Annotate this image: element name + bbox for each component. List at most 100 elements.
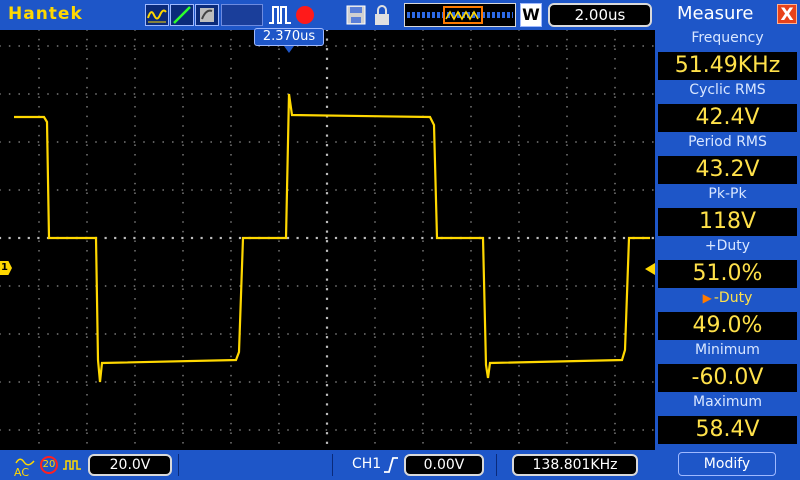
grid-dot: [566, 403, 568, 406]
grid-dot: [182, 96, 184, 98]
grid-dot: [518, 163, 520, 166]
measure-label-frequency[interactable]: Frequency: [655, 30, 800, 46]
grid-dot: [95, 93, 97, 95]
grid-dot: [56, 189, 59, 191]
grid-dot: [604, 93, 606, 95]
grid-dot: [134, 422, 136, 425]
grid-dot: [133, 93, 136, 95]
trigger-level-marker[interactable]: [645, 263, 655, 275]
grid-dot: [200, 429, 203, 431]
measure-label-period-rms[interactable]: Period RMS: [655, 134, 800, 150]
grid-dot: [325, 124, 329, 128]
dots-icon[interactable]: [195, 4, 219, 26]
measure-label-pk-pk[interactable]: Pk-Pk: [655, 186, 800, 202]
grid-dot: [278, 202, 280, 204]
grid-dot: [258, 189, 260, 191]
grid-dot: [374, 48, 376, 50]
zoom-window-button[interactable]: W: [520, 3, 542, 27]
pulse-icon[interactable]: [268, 4, 292, 26]
grid-dot: [248, 429, 251, 431]
grid-dot: [182, 211, 184, 214]
grid-dot: [422, 240, 424, 242]
probe-icon[interactable]: [62, 457, 82, 473]
grid-dot: [278, 317, 280, 319]
timebase-display[interactable]: 2.00us: [548, 3, 652, 27]
volts-per-div-display[interactable]: 20.0V: [88, 454, 172, 476]
grid-dot: [162, 45, 164, 47]
grid-dot: [364, 429, 366, 431]
grid-dot: [114, 45, 116, 47]
measure-value-plus-duty: 51.0%: [658, 260, 797, 288]
grid-dot: [374, 202, 376, 204]
timeline-icon[interactable]: [404, 3, 516, 27]
grid-dot: [325, 76, 329, 80]
grid-dot: [38, 442, 40, 444]
bandwidth-limit-icon[interactable]: 20: [40, 456, 58, 474]
grid-dot: [374, 298, 376, 300]
grid-dot: [613, 285, 616, 287]
grid-dot: [354, 93, 356, 95]
measure-label-maximum[interactable]: Maximum: [655, 394, 800, 410]
grid-dot: [8, 381, 11, 383]
grid-dot: [470, 413, 472, 415]
record-icon[interactable]: [296, 6, 314, 24]
grid-dot: [652, 429, 654, 431]
trigger-level-display[interactable]: 0.00V: [404, 454, 484, 476]
grid-dot: [344, 45, 347, 47]
grid-dot: [191, 45, 193, 47]
grid-dot: [182, 202, 184, 204]
rising-edge-icon[interactable]: [383, 456, 399, 474]
measure-label-plus-duty[interactable]: +Duty: [655, 238, 800, 254]
grid-dot: [536, 189, 539, 191]
save-icon[interactable]: [346, 4, 366, 26]
grid-dot: [614, 77, 616, 79]
grid-dot: [642, 429, 644, 431]
measure-label-minimum[interactable]: Minimum: [655, 342, 800, 358]
trigger-source-label[interactable]: CH1: [352, 456, 381, 472]
grid-dot: [182, 432, 184, 434]
persist-display-box[interactable]: [221, 4, 263, 26]
grid-dot: [518, 365, 520, 367]
grid-dot: [278, 422, 280, 425]
grid-dot: [518, 432, 520, 434]
grid-dot: [38, 144, 40, 146]
grid-dot: [182, 86, 184, 89]
lock-icon[interactable]: [372, 4, 392, 26]
grid-dot: [134, 48, 136, 50]
grid-dot: [191, 381, 193, 383]
trigger-position-readout[interactable]: 2.370us: [254, 28, 324, 46]
grid-dot: [182, 259, 184, 262]
grid-dot: [373, 381, 376, 383]
grid-dot: [316, 189, 318, 191]
grid-dot: [76, 93, 78, 95]
grid-dot: [565, 429, 568, 431]
grid-dot: [412, 333, 414, 335]
grid-dot: [614, 326, 616, 329]
grid-dot: [38, 355, 40, 358]
modify-button[interactable]: Modify: [678, 452, 776, 476]
grid-dot: [210, 236, 213, 240]
measure-item-minus-duty[interactable]: ▶ -Duty: [655, 290, 800, 306]
waveform-icon[interactable]: [145, 4, 169, 26]
coupling-ac-icon[interactable]: AC: [14, 456, 36, 478]
grid-dot: [143, 189, 145, 191]
measure-label-cyclic-rms[interactable]: Cyclic RMS: [655, 82, 800, 98]
grid-dot: [230, 240, 232, 242]
grid-dot: [86, 403, 88, 406]
grid-dot: [498, 93, 500, 95]
grid-dot: [38, 192, 40, 194]
grid-dot: [0, 236, 2, 240]
grid-dot: [526, 236, 530, 240]
close-icon[interactable]: X: [777, 4, 797, 25]
grid-dot: [517, 429, 520, 431]
grid-dot: [623, 141, 625, 143]
grid-dot: [422, 278, 424, 281]
grid-dot: [450, 285, 452, 287]
ramp-icon[interactable]: [170, 4, 194, 26]
grid-dot: [518, 86, 520, 89]
grid-dot: [37, 236, 40, 240]
grid-dot: [325, 163, 329, 166]
grid-dot: [182, 394, 184, 396]
grid-dot: [614, 58, 616, 60]
grid-dot: [469, 45, 472, 47]
